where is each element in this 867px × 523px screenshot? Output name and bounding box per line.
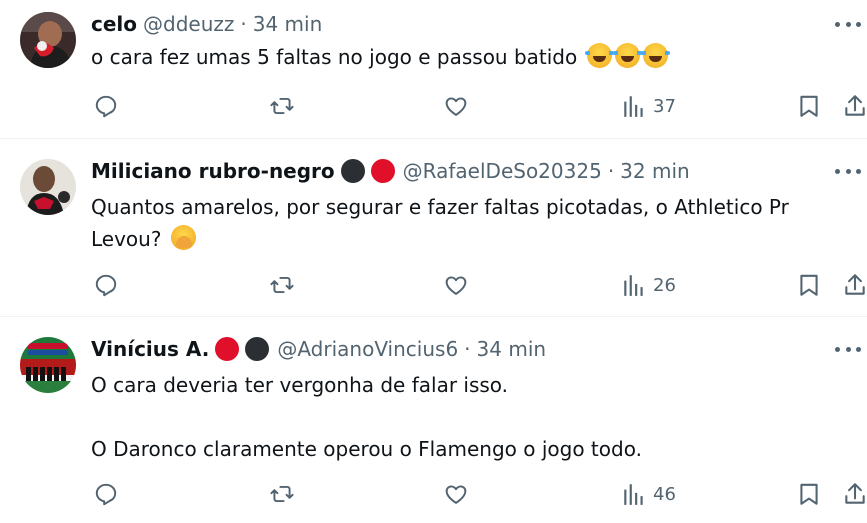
yawning-face-emoji	[170, 225, 196, 250]
retweet-icon	[270, 276, 294, 294]
heart-icon	[445, 276, 467, 295]
user-handle[interactable]: @ddeuzz	[143, 12, 234, 36]
face-with-tears-of-joy-emoji	[612, 43, 642, 68]
views-chart-icon	[624, 96, 643, 117]
like-button[interactable]	[443, 92, 469, 120]
bookmark-button[interactable]	[796, 92, 822, 120]
tweet-text: Quantos amarelos, por segurar e fazer fa…	[91, 191, 847, 255]
share-icon	[845, 274, 865, 295]
views-count: 46	[653, 483, 676, 505]
views-chart-icon	[624, 275, 643, 296]
tweet-actions: 37	[0, 92, 867, 120]
display-name[interactable]: celo	[91, 12, 137, 36]
reply-button[interactable]	[93, 271, 119, 299]
tweet-text-content: o cara fez umas 5 faltas no jogo e passo…	[91, 45, 578, 69]
tweet-text-content: O cara deveria ter vergonha de falar iss…	[91, 373, 642, 461]
face-with-tears-of-joy-emoji	[584, 43, 614, 68]
retweet-icon	[270, 97, 294, 115]
reply-icon	[95, 95, 117, 118]
bookmark-icon	[800, 274, 818, 296]
reply-icon	[95, 274, 117, 297]
views-button[interactable]: 26	[621, 271, 676, 299]
display-name[interactable]: Miliciano rubro-negro	[91, 159, 335, 183]
more-options-icon[interactable]	[835, 20, 861, 28]
reply-button[interactable]	[93, 92, 119, 120]
bookmark-button[interactable]	[796, 271, 822, 299]
tweet[interactable]: Vinícius A. @AdrianoVincius6 · 34 min O …	[0, 317, 867, 523]
share-button[interactable]	[842, 271, 867, 299]
avatar[interactable]	[20, 337, 76, 393]
tweet-header: celo @ddeuzz · 34 min	[91, 12, 322, 36]
bookmark-button[interactable]	[796, 480, 822, 508]
retweet-button[interactable]	[269, 271, 295, 299]
tweet[interactable]: celo @ddeuzz · 34 min o cara fez umas 5 …	[0, 0, 867, 139]
red-circle-badge	[370, 159, 395, 183]
tweet-header: Vinícius A. @AdrianoVincius6 · 34 min	[91, 337, 546, 361]
like-button[interactable]	[443, 480, 469, 508]
timestamp[interactable]: 32 min	[620, 159, 690, 183]
red-circle-badge	[215, 337, 240, 361]
views-count: 37	[653, 95, 676, 117]
heart-icon	[445, 485, 467, 504]
profile-badges	[209, 337, 270, 361]
views-button[interactable]: 37	[621, 92, 676, 120]
like-button[interactable]	[443, 271, 469, 299]
tweet[interactable]: Miliciano rubro-negro @RafaelDeSo20325 ·…	[0, 139, 867, 317]
tweet-header: Miliciano rubro-negro @RafaelDeSo20325 ·…	[91, 159, 690, 183]
views-button[interactable]: 46	[621, 480, 676, 508]
tweet-text: O cara deveria ter vergonha de falar iss…	[91, 369, 847, 465]
retweet-button[interactable]	[269, 92, 295, 120]
face-with-tears-of-joy-emoji	[640, 43, 670, 68]
user-handle[interactable]: @RafaelDeSo20325	[403, 159, 602, 183]
separator: ·	[464, 337, 471, 361]
views-count: 26	[653, 274, 676, 296]
tweet-text: o cara fez umas 5 faltas no jogo e passo…	[91, 41, 847, 73]
tweet-actions: 46	[0, 480, 867, 508]
avatar[interactable]	[20, 159, 76, 215]
tweet-text-content: Quantos amarelos, por segurar e fazer fa…	[91, 195, 789, 251]
retweet-button[interactable]	[269, 480, 295, 508]
user-handle[interactable]: @AdrianoVincius6	[277, 337, 458, 361]
share-icon	[845, 95, 865, 116]
separator: ·	[240, 12, 247, 36]
more-options-icon[interactable]	[835, 345, 861, 353]
share-button[interactable]	[842, 480, 867, 508]
more-options-icon[interactable]	[835, 167, 861, 175]
display-name[interactable]: Vinícius A.	[91, 337, 209, 361]
separator: ·	[607, 159, 615, 183]
tweet-actions: 26	[0, 271, 867, 299]
views-chart-icon	[624, 484, 643, 505]
bookmark-icon	[800, 483, 818, 505]
black-circle-badge	[245, 337, 270, 361]
timestamp[interactable]: 34 min	[253, 12, 323, 36]
share-icon	[845, 483, 865, 504]
heart-icon	[445, 97, 467, 116]
avatar[interactable]	[20, 12, 76, 68]
reply-button[interactable]	[93, 480, 119, 508]
reply-icon	[95, 483, 117, 506]
bookmark-icon	[800, 95, 818, 117]
black-circle-badge	[340, 159, 365, 183]
retweet-icon	[270, 485, 294, 503]
timestamp[interactable]: 34 min	[477, 337, 547, 361]
share-button[interactable]	[842, 92, 867, 120]
profile-badges	[335, 159, 395, 183]
